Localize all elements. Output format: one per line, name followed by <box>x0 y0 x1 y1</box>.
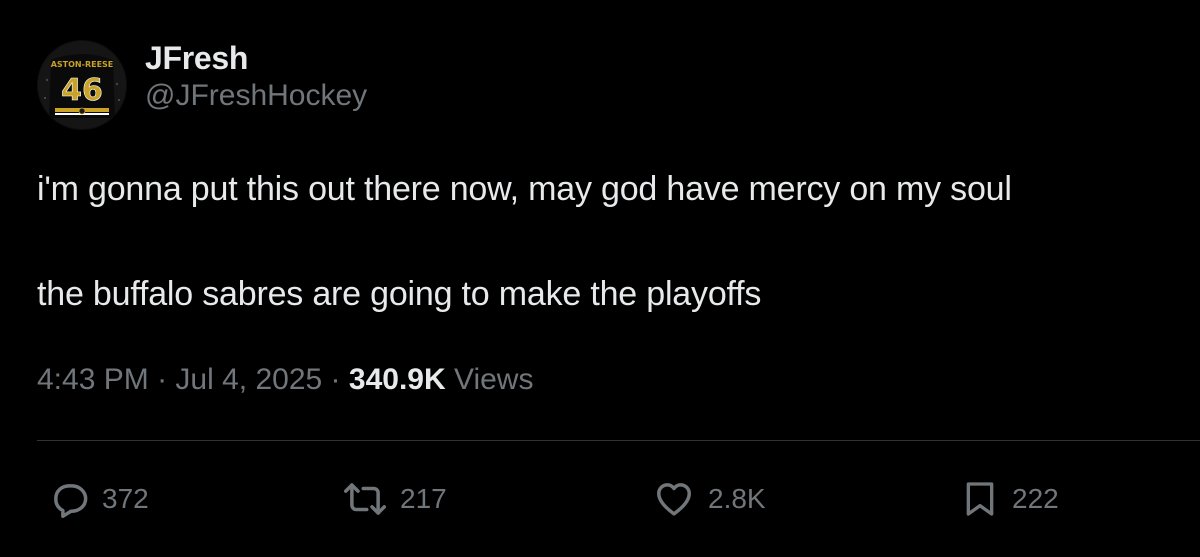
views-label[interactable]: Views <box>454 363 533 396</box>
repost-button[interactable]: 217 <box>342 477 447 521</box>
tweet-date[interactable]: Jul 4, 2025 <box>175 363 322 396</box>
avatar[interactable]: ASTON-REESE 46 <box>37 40 127 130</box>
author-block[interactable]: JFresh @JFreshHockey <box>145 38 367 114</box>
avatar-jersey-name: ASTON-REESE <box>51 60 114 69</box>
tweet-time[interactable]: 4:43 PM <box>37 363 149 396</box>
avatar-jersey-number: 46 <box>61 73 103 108</box>
divider <box>37 440 1200 441</box>
bookmark-button[interactable]: 222 <box>960 477 1059 521</box>
repost-count: 217 <box>400 483 447 514</box>
like-button[interactable]: 2.8K <box>652 477 766 521</box>
tweet-text-line-2: the buffalo sabres are going to make the… <box>37 275 762 313</box>
tweet-meta: 4:43 PM · Jul 4, 2025 · 340.9K Views <box>37 362 533 398</box>
user-handle[interactable]: @JFreshHockey <box>145 78 367 114</box>
reply-count: 372 <box>102 483 149 514</box>
repost-icon <box>342 478 388 520</box>
meta-separator: · <box>330 363 341 396</box>
next-section-edge <box>37 548 1200 557</box>
like-count: 2.8K <box>708 483 766 514</box>
tweet-text-line-1: i'm gonna put this out there now, may go… <box>37 170 1012 208</box>
bookmark-icon <box>960 477 1000 521</box>
tweet-detail: ASTON-REESE 46 JFresh @JFreshHockey i'm … <box>0 0 1200 557</box>
like-icon <box>652 478 696 520</box>
display-name[interactable]: JFresh <box>145 38 367 78</box>
views-count[interactable]: 340.9K <box>349 363 446 396</box>
avatar-jersey-image: ASTON-REESE 46 <box>37 40 127 130</box>
meta-separator: · <box>157 363 168 396</box>
bookmark-count: 222 <box>1012 483 1059 514</box>
reply-icon <box>48 478 90 520</box>
reply-button[interactable]: 372 <box>48 477 149 521</box>
